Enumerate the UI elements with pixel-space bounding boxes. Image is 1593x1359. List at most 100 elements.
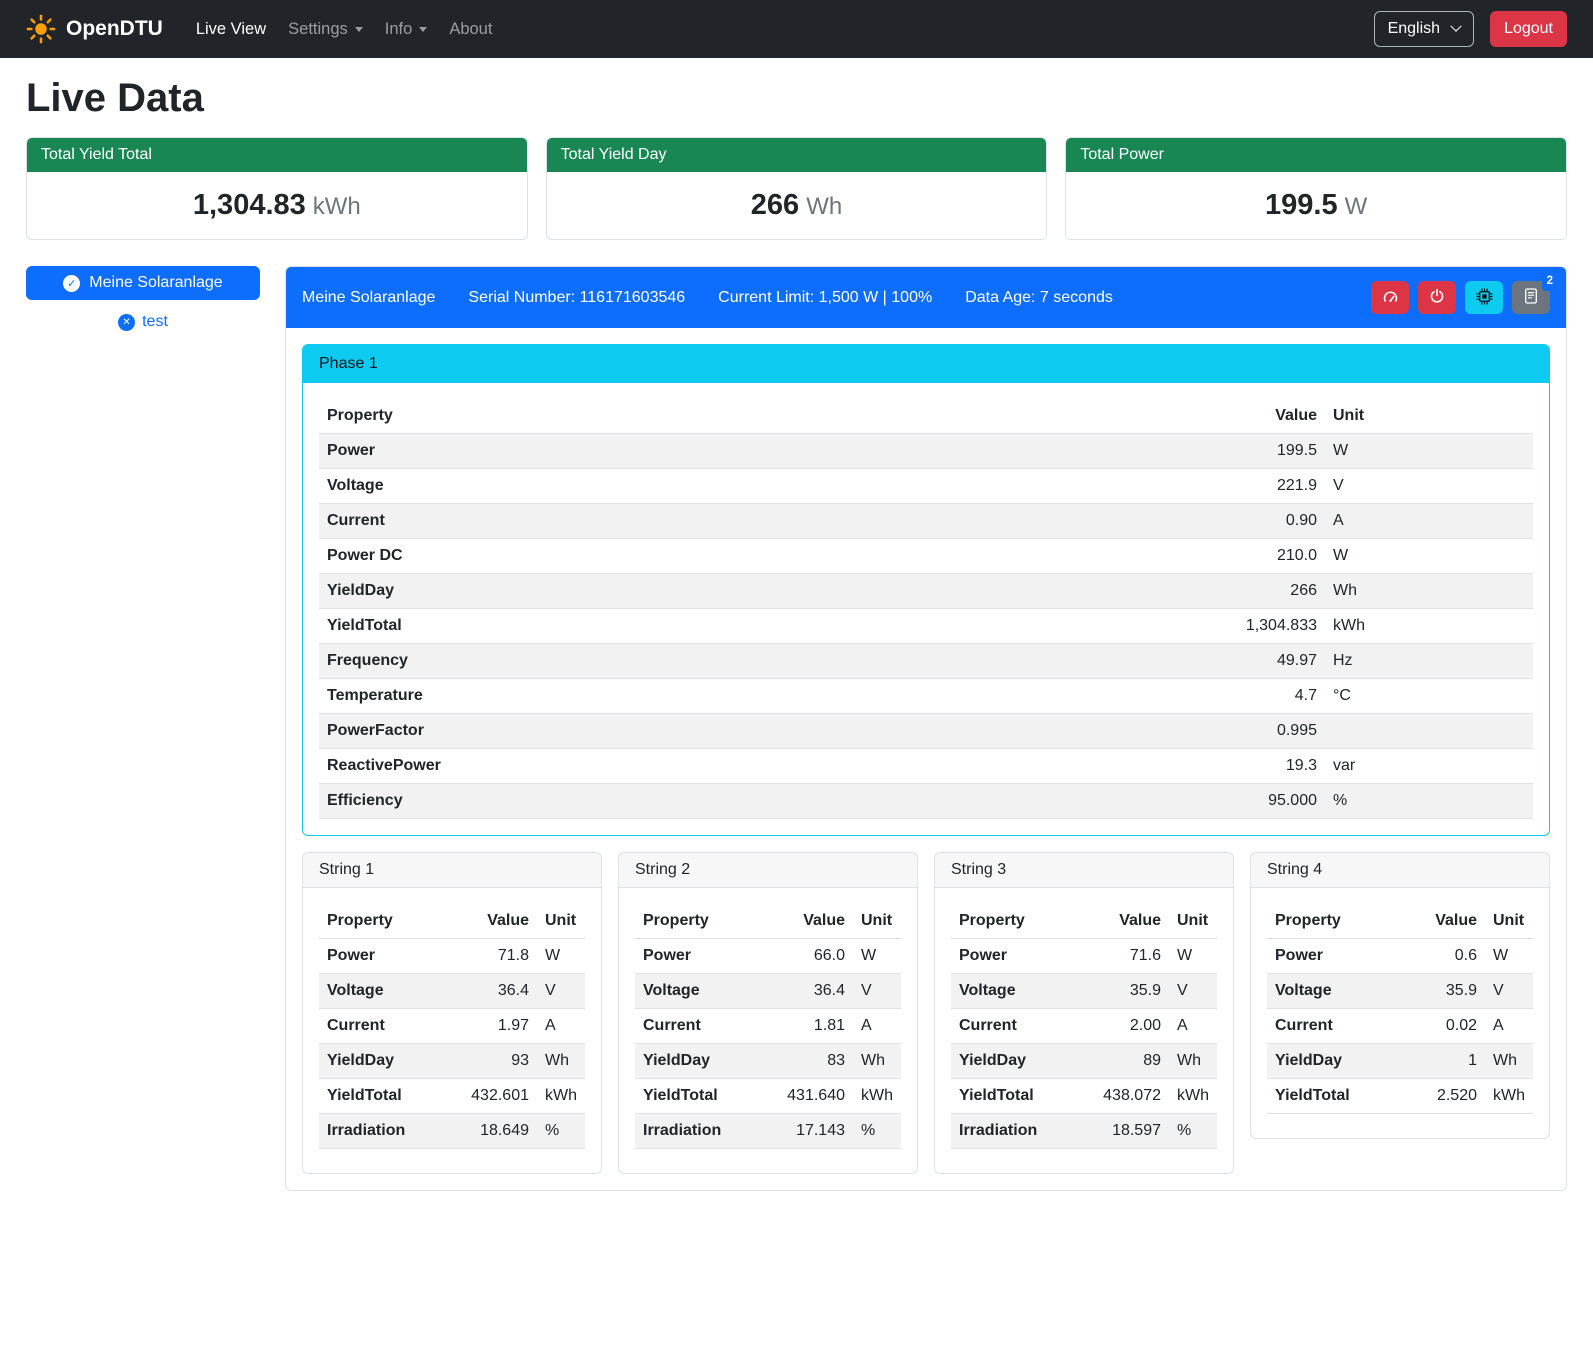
string-table: Property Value Unit Power0.6WVoltage35.9… <box>1267 904 1533 1114</box>
value-cell: 432.601 <box>445 1079 537 1114</box>
table-row: YieldDay89Wh <box>951 1044 1217 1079</box>
value-cell: 18.597 <box>1077 1114 1169 1149</box>
value-cell: 438.072 <box>1077 1079 1169 1114</box>
power-icon <box>1429 288 1445 307</box>
nav-item-settings-label: Settings <box>288 20 348 39</box>
unit-cell: W <box>1325 434 1533 469</box>
chevron-down-icon <box>419 27 427 32</box>
value-cell: 0.02 <box>1393 1009 1485 1044</box>
property-cell: Voltage <box>319 469 1175 504</box>
chevron-down-icon <box>355 27 363 32</box>
sidebar-item-meine-solaranlage[interactable]: ✓ Meine Solaranlage <box>26 266 260 300</box>
unit-cell: Wh <box>1169 1044 1217 1079</box>
string-card: String 4 Property Value Unit Power0.6WVo… <box>1250 852 1550 1139</box>
property-cell: YieldTotal <box>635 1079 761 1114</box>
table-row: Power0.6W <box>1267 939 1533 974</box>
property-cell: YieldTotal <box>319 1079 445 1114</box>
value-cell: 93 <box>445 1044 537 1079</box>
unit-cell: A <box>1169 1009 1217 1044</box>
property-cell: Voltage <box>1267 974 1393 1009</box>
unit-column-header: Unit <box>1325 399 1533 434</box>
inverter-sidebar: ✓ Meine Solaranlage ✕ test <box>26 266 260 331</box>
sun-logo-icon <box>26 14 56 44</box>
table-row: YieldDay1Wh <box>1267 1044 1533 1079</box>
string-card-title: String 4 <box>1251 853 1549 888</box>
value-cell: 199.5 <box>1175 434 1325 469</box>
table-row: Frequency49.97Hz <box>319 644 1533 679</box>
card-value: 199.5 <box>1265 189 1338 221</box>
value-cell: 2.520 <box>1393 1079 1485 1114</box>
property-cell: Temperature <box>319 679 1175 714</box>
journal-icon <box>1523 288 1539 307</box>
table-row: Current0.02A <box>1267 1009 1533 1044</box>
value-cell: 71.6 <box>1077 939 1169 974</box>
property-cell: Voltage <box>635 974 761 1009</box>
value-column-header: Value <box>761 904 853 939</box>
table-header-row: Property Value Unit <box>319 399 1533 434</box>
language-selected-label: English <box>1388 20 1440 38</box>
property-cell: Irradiation <box>951 1114 1077 1149</box>
string-card-title: String 1 <box>303 853 601 888</box>
page-title: Live Data <box>26 76 1567 121</box>
unit-cell: kWh <box>537 1079 585 1114</box>
nav-item-live-view[interactable]: Live View <box>185 12 277 47</box>
property-cell: Voltage <box>319 974 445 1009</box>
table-row: Current2.00A <box>951 1009 1217 1044</box>
table-row: YieldTotal432.601kWh <box>319 1079 585 1114</box>
value-cell: 0.6 <box>1393 939 1485 974</box>
card-title: Total Yield Total <box>27 138 527 172</box>
table-row: Current1.97A <box>319 1009 585 1044</box>
table-row: Voltage35.9V <box>1267 974 1533 1009</box>
value-cell: 83 <box>761 1044 853 1079</box>
unit-cell: Wh <box>537 1044 585 1079</box>
table-row: Temperature4.7°C <box>319 679 1533 714</box>
value-cell: 95.000 <box>1175 784 1325 819</box>
event-log-button[interactable]: 2 <box>1512 281 1550 314</box>
unit-cell: Hz <box>1325 644 1533 679</box>
unit-cell: W <box>1485 939 1533 974</box>
unit-cell: Wh <box>853 1044 901 1079</box>
table-row: Irradiation18.597% <box>951 1114 1217 1149</box>
nav-item-info[interactable]: Info <box>374 12 439 47</box>
table-row: Power199.5W <box>319 434 1533 469</box>
unit-cell: kWh <box>853 1079 901 1114</box>
value-cell: 35.9 <box>1077 974 1169 1009</box>
value-cell: 1,304.833 <box>1175 609 1325 644</box>
total-power-card: Total Power 199.5W <box>1065 137 1567 240</box>
inverter-panel: Meine Solaranlage Serial Number: 1161716… <box>285 266 1567 1191</box>
limit-settings-button[interactable] <box>1371 281 1409 314</box>
string-table: Property Value Unit Power66.0WVoltage36.… <box>635 904 901 1149</box>
unit-cell: kWh <box>1169 1079 1217 1114</box>
property-cell: Power <box>1267 939 1393 974</box>
table-header-row: Property Value Unit <box>635 904 901 939</box>
table-row: Voltage36.4V <box>635 974 901 1009</box>
inverter-info-button[interactable] <box>1465 281 1503 314</box>
value-cell: 35.9 <box>1393 974 1485 1009</box>
table-row: ReactivePower19.3var <box>319 749 1533 784</box>
total-yield-day-card: Total Yield Day 266Wh <box>546 137 1048 240</box>
property-cell: YieldDay <box>951 1044 1077 1079</box>
unit-cell: % <box>537 1114 585 1149</box>
brand[interactable]: OpenDTU <box>26 14 163 44</box>
property-cell: YieldTotal <box>951 1079 1077 1114</box>
value-column-header: Value <box>1393 904 1485 939</box>
language-select[interactable]: English <box>1374 11 1474 47</box>
property-cell: Irradiation <box>635 1114 761 1149</box>
summary-cards-row: Total Yield Total 1,304.83kWh Total Yiel… <box>26 137 1567 240</box>
sidebar-item-test[interactable]: ✕ test <box>26 313 260 331</box>
property-cell: YieldDay <box>1267 1044 1393 1079</box>
table-row: Voltage35.9V <box>951 974 1217 1009</box>
property-cell: YieldTotal <box>1267 1079 1393 1114</box>
unit-cell: V <box>537 974 585 1009</box>
property-column-header: Property <box>319 399 1175 434</box>
value-cell: 266 <box>1175 574 1325 609</box>
string-card-title: String 3 <box>935 853 1233 888</box>
power-settings-button[interactable] <box>1418 281 1456 314</box>
property-cell: Power <box>951 939 1077 974</box>
nav-item-settings[interactable]: Settings <box>277 12 374 47</box>
logout-button[interactable]: Logout <box>1490 11 1567 47</box>
nav-item-about[interactable]: About <box>438 12 503 47</box>
x-circle-icon: ✕ <box>118 314 135 331</box>
property-column-header: Property <box>1267 904 1393 939</box>
table-row: YieldDay83Wh <box>635 1044 901 1079</box>
